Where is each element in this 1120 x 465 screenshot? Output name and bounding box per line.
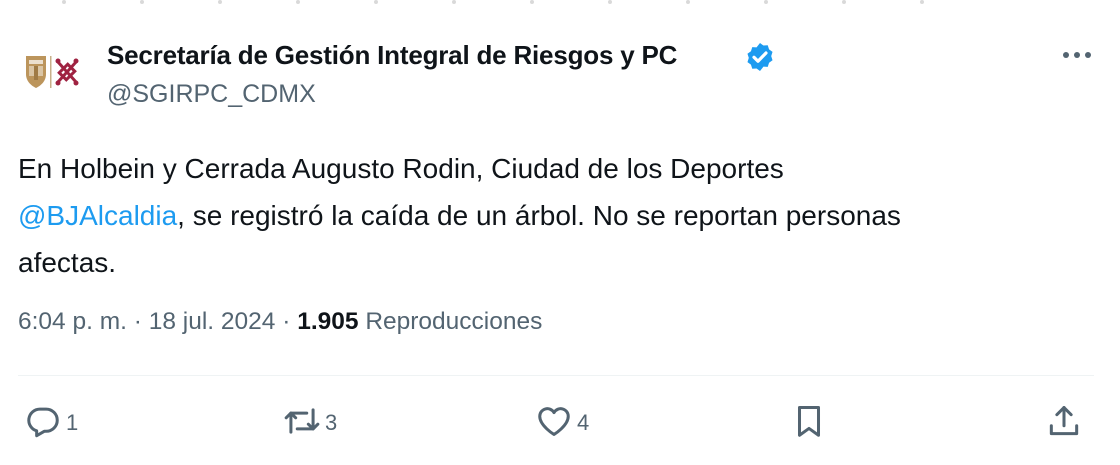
mention-link[interactable]: @BJAlcaldia [18,200,177,231]
verified-badge-icon [744,41,776,73]
views-count: 1.905 [297,308,359,335]
tweet-text: En Holbein y Cerrada Augusto Rodin, Ciud… [18,145,1098,286]
tweet-text-line: En Holbein y Cerrada Augusto Rodin, Ciud… [18,153,784,184]
author-handle[interactable]: @SGIRPC_CDMX [107,80,316,109]
share-icon [1045,402,1083,445]
like-count: 4 [577,410,590,435]
previous-post-edge [0,0,1120,6]
bookmark-icon [790,402,828,445]
post-time[interactable]: 6:04 p. m. [18,308,127,335]
post-date[interactable]: 18 jul. 2024 [149,308,276,335]
meta-separator: · [275,308,298,335]
views-label: Reproducciones [365,308,543,335]
tweet-text-segment: , se registró la caída de un árbol. No s… [177,200,901,231]
author-name[interactable]: Secretaría de Gestión Integral de Riesgo… [107,40,677,71]
retweet-button[interactable]: 3 [283,402,337,444]
retweet-count: 3 [325,410,338,435]
avatar[interactable] [20,52,86,96]
tweet-meta: 6:04 p. m. · 18 jul. 2024 · 1.905 Reprod… [18,308,542,336]
retweet-icon [283,402,321,445]
divider [18,375,1094,376]
more-options-icon[interactable] [1060,42,1094,68]
meta-separator: · [126,308,149,335]
reply-count: 1 [66,410,79,435]
reply-icon [24,402,62,445]
share-button[interactable] [1045,402,1083,444]
reply-button[interactable]: 1 [24,402,78,444]
cdmx-logo-icon [26,56,79,88]
like-button[interactable]: 4 [535,402,589,444]
tweet-text-line: afectas. [18,247,117,278]
heart-icon [535,402,573,445]
bookmark-button[interactable] [790,402,828,444]
